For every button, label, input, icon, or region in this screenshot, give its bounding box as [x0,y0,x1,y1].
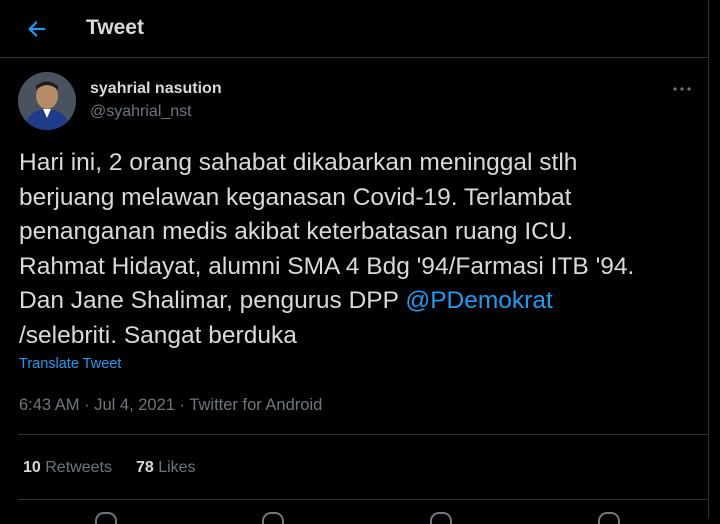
avatar-image [18,72,76,130]
like-icon[interactable] [430,512,452,524]
retweets-label: Retweets [45,459,112,476]
tweet-stats: 10 Retweets 78 Likes [23,459,196,477]
author-handle[interactable]: @syahrial_nst [90,103,192,121]
back-button[interactable] [22,14,52,44]
mention-link[interactable]: @PDemokrat [405,287,552,314]
tweet-date[interactable]: Jul 4, 2021 [94,396,175,414]
likes-count: 78 [135,459,154,476]
tweet-line: /selebriti. Sangat berduka [19,321,297,349]
tweet-line: Hari ini, 2 orang sahabat dikabarkan men… [19,149,578,176]
column-border [708,0,709,518]
reply-icon[interactable] [95,512,117,524]
back-arrow-icon [28,21,46,37]
more-icon [673,87,691,91]
retweets-stat[interactable]: 10 Retweets [23,459,112,477]
meta-separator: · [79,396,95,414]
retweet-icon[interactable] [262,512,284,524]
tweet-line: Dan Jane Shalimar, pengurus DPP @PDemokr… [19,284,707,319]
likes-stat[interactable]: 78 Likes [136,459,196,477]
tweet-source[interactable]: Twitter for Android [189,396,322,414]
share-icon[interactable] [598,512,620,524]
translate-tweet-link[interactable]: Translate Tweet [19,356,121,372]
avatar[interactable] [18,72,76,130]
tweet-line: Rahmat Hidayat, alumni SMA 4 Bdg '94/Far… [19,252,635,280]
meta-separator: · [174,396,190,414]
author-name[interactable]: syahrial nasution [90,80,222,98]
tweet-line: berjuang melawan keganasan Covid-19. Ter… [19,183,572,211]
tweet-line: penanganan medis akibat keterbatasan rua… [19,218,574,245]
divider [18,434,708,435]
more-button[interactable] [664,78,700,100]
tweet-meta: 6:43 AM · Jul 4, 2021 · Twitter for Andr… [19,396,322,415]
page-title: Tweet [86,16,144,39]
header-bar: Tweet [0,0,708,58]
tweet-text: Hari ini, 2 orang sahabat dikabarkan men… [19,146,707,353]
tweet-time[interactable]: 6:43 AM [19,396,80,414]
retweets-count: 10 [23,459,41,476]
divider [18,499,708,500]
tweet-line-text: Dan Jane Shalimar, pengurus DPP [19,287,406,314]
likes-label: Likes [158,459,196,476]
